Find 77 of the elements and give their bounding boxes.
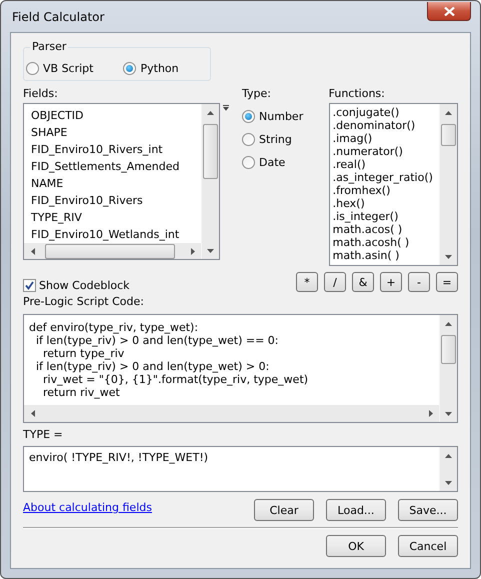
code-editor[interactable]: def enviro(type_riv, type_wet): if len(type_riv) > 0 and len(type_wet) == 0: return type_riv if len(type_riv) > 0 and len(type_wet) > 0: riv_wet = "{0}, {1}".format(type_riv, type_wet) return riv_wet [23,314,458,423]
field-item[interactable]: NAME [31,175,202,192]
operator-button[interactable]: + [380,272,402,292]
scroll-left-icon[interactable] [30,248,34,254]
scroll-up-icon[interactable] [445,322,452,326]
function-item[interactable]: .numerator() [332,145,439,158]
scroll-down-icon[interactable] [445,480,452,484]
group-label: Parser [30,40,68,53]
function-item[interactable]: .hex() [332,197,439,210]
function-item[interactable]: math.acos( ) [332,223,439,236]
expression-field[interactable]: enviro( !TYPE_RIV!, !TYPE_WET!) [23,446,458,492]
radio-option[interactable]: String [242,133,329,146]
scroll-up-icon[interactable] [445,454,452,458]
scroll-up-icon[interactable] [445,110,452,114]
dialog-button[interactable]: Load... [326,499,386,521]
dialog-button[interactable]: Save... [398,499,458,521]
help-link[interactable]: About calculating fields [23,501,254,514]
operator-button[interactable]: / [324,272,346,292]
radio-option[interactable]: VB Script [26,62,94,74]
field-item[interactable]: FID_Settlements_Amended [31,158,202,175]
code-text: def enviro(type_riv, type_wet): if len(type_riv) > 0 and len(type_wet) == 0: return type_riv if len(type_riv) > 0 and len(type_wet) > 0: riv_wet = "{0}, {1}".format(type_riv, type_wet) return riv_wet [28,320,310,401]
vertical-scrollbar[interactable] [439,315,457,422]
function-item[interactable]: .as_integer_ratio() [332,171,439,184]
fields-label: Fields: [23,87,59,102]
scroll-down-icon[interactable] [207,248,214,252]
vertical-scrollbar[interactable] [439,104,457,265]
horizontal-scrollbar[interactable] [24,243,202,259]
function-item[interactable]: .real() [332,158,439,171]
dialog-button[interactable]: Cancel [398,535,458,557]
scroll-down-icon[interactable] [445,254,452,258]
scroll-right-icon[interactable] [428,410,432,417]
function-item[interactable]: .fromhex() [332,184,439,197]
operator-button[interactable]: & [352,272,374,292]
scroll-right-icon[interactable] [190,248,195,254]
close-icon [444,6,454,16]
dialog-button[interactable]: OK [326,535,386,557]
horizontal-scrollbar[interactable] [24,405,439,422]
pre-logic-label: Pre-Logic Script Code: [23,295,145,310]
fields-list[interactable]: OBJECTID SHAPE FID_Enviro10_Rivers_int FID_Settlements_Amended NAME FID_Enviro10_Rivers TYPE_RIV FID_Enviro10_Wetlands_int [23,103,220,260]
expression-text: enviro( !TYPE_RIV!, !TYPE_WET!) [28,450,210,466]
radio-option[interactable]: Date [242,156,329,169]
expression-label: TYPE = [23,428,64,443]
radio-option[interactable]: Python [123,62,179,74]
operator-button[interactable]: = [436,272,458,292]
functions-label: Functions: [328,87,386,102]
field-item[interactable]: SHAPE [31,124,202,141]
scroll-down-icon[interactable] [445,412,452,416]
function-item[interactable]: math.asin( ) [332,249,439,262]
field-item[interactable]: FID_Enviro10_Rivers_int [31,141,202,158]
field-item[interactable]: FID_Enviro10_Rivers [31,192,202,209]
scroll-left-icon[interactable] [30,410,34,417]
field-item[interactable]: TYPE_RIV [31,209,202,226]
scroll-thumb[interactable] [45,244,175,258]
radio-option[interactable]: Number [242,110,329,123]
function-item[interactable]: math.acosh( ) [332,236,439,249]
functions-list[interactable]: .conjugate() .denominator() .imag() .numerator() .real() .as_integer_ratio() .fromhex() .hex() .is_integer() math.acos( ) math.acosh( ) math.asin( ) [328,103,458,266]
field-item[interactable]: FID_Enviro10_Wetlands_int [31,226,202,243]
scroll-thumb[interactable] [441,335,456,364]
function-item[interactable]: .is_integer() [332,210,439,223]
function-item[interactable]: .denominator() [332,119,439,132]
vertical-scrollbar[interactable] [201,104,220,259]
operator-button[interactable]: * [296,272,318,292]
operator-button[interactable]: - [408,272,430,292]
function-item[interactable]: .conjugate() [332,106,439,119]
checkmark-icon [25,281,34,290]
scroll-thumb[interactable] [203,124,218,179]
function-item[interactable]: .imag() [332,132,439,145]
dialog-button[interactable]: Clear [254,499,314,521]
scroll-thumb[interactable] [441,124,456,146]
field-item[interactable]: OBJECTID [31,107,202,124]
close-button[interactable] [427,2,471,21]
type-label: Type: [242,87,272,102]
vertical-scrollbar[interactable] [439,447,457,491]
show-codeblock-checkbox[interactable]: Show Codeblock [23,279,130,292]
scroll-up-icon[interactable] [207,110,214,114]
sort-icon[interactable] [223,105,230,111]
window-title: Field Calculator [11,10,104,24]
